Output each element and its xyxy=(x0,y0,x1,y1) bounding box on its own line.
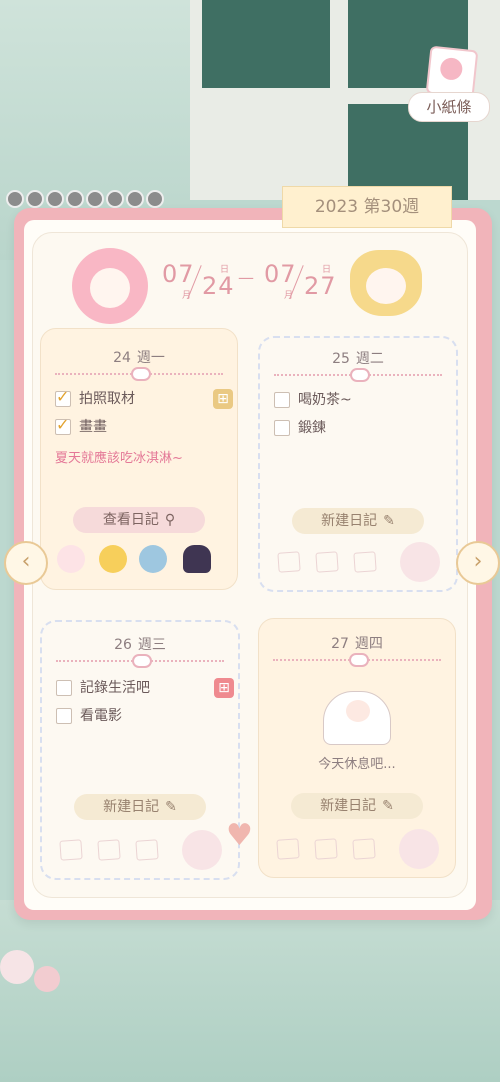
chevron-right-icon: › xyxy=(473,549,483,574)
landscape-sticker[interactable] xyxy=(139,545,167,573)
task-item[interactable]: 看電影 xyxy=(56,706,122,726)
notes-button[interactable]: 小紙條 xyxy=(408,92,490,122)
notes-thumbnail-icon[interactable] xyxy=(425,45,479,99)
checkbox-unchecked[interactable] xyxy=(274,420,290,436)
start-month: 07 xyxy=(162,260,195,288)
stamp-slot[interactable] xyxy=(400,542,440,582)
gift-icon[interactable]: ⊞ xyxy=(213,389,233,409)
stamp-slot[interactable] xyxy=(399,829,439,869)
start-day: 24 xyxy=(202,272,235,300)
resting-character-illustration xyxy=(323,691,391,745)
pink-hair-girl-avatar xyxy=(72,248,148,324)
sticker-slot[interactable] xyxy=(276,838,300,860)
edit-icon: ✎ xyxy=(382,798,394,814)
blush-face-sticker[interactable] xyxy=(57,545,85,573)
sun-sticker[interactable] xyxy=(99,545,127,573)
task-item[interactable]: 記錄生活吧 xyxy=(56,678,150,698)
sticker-slot[interactable] xyxy=(97,839,121,861)
day-card-26[interactable]: 26 週三 記錄生活吧 ⊞ 看電影 新建日記 ✎ xyxy=(40,620,240,880)
heart-sticker-icon: ♥ xyxy=(226,818,253,853)
checkbox-unchecked[interactable] xyxy=(56,680,72,696)
day-memo: 夏天就應該吃冰淇淋~ xyxy=(55,451,183,466)
sticker-slot[interactable] xyxy=(135,839,159,861)
new-diary-button[interactable]: 新建日記 ✎ xyxy=(291,793,423,819)
prev-week-button[interactable]: ‹ xyxy=(4,541,48,585)
sticker-slot[interactable] xyxy=(353,551,377,573)
end-month: 07 xyxy=(264,260,297,288)
sticker-slot[interactable] xyxy=(277,551,301,573)
week-label: 2023 第30週 xyxy=(282,186,452,228)
new-diary-button[interactable]: 新建日記 ✎ xyxy=(74,794,206,820)
chevron-left-icon: ‹ xyxy=(21,549,31,574)
sticker-row xyxy=(55,545,223,579)
range-separator: — xyxy=(238,268,255,287)
hanging-charm-decoration xyxy=(0,890,70,1010)
end-day: 27 xyxy=(304,272,337,300)
sticker-slot[interactable] xyxy=(314,838,338,860)
rest-message: 今天休息吧... xyxy=(318,757,396,772)
checkbox-unchecked[interactable] xyxy=(56,708,72,724)
view-diary-button[interactable]: 查看日記 ⚲ xyxy=(73,507,205,533)
task-item[interactable]: 拍照取材 xyxy=(55,387,135,409)
date-range: 07 月 日 24 — 07 月 日 27 xyxy=(162,260,337,301)
task-item[interactable]: 鍛鍊 xyxy=(274,418,326,438)
sticker-slot[interactable] xyxy=(59,839,83,861)
checkbox-checked[interactable] xyxy=(55,387,71,407)
stamp-slot[interactable] xyxy=(182,830,222,870)
new-diary-button[interactable]: 新建日記 ✎ xyxy=(292,508,424,534)
day-card-27[interactable]: 27 週四 今天休息吧... 新建日記 ✎ xyxy=(258,618,456,878)
sticker-slot[interactable] xyxy=(315,551,339,573)
checkbox-checked[interactable] xyxy=(55,415,71,435)
day-card-25[interactable]: 25 週二 喝奶茶~ 鍛鍊 新建日記 ✎ xyxy=(258,336,458,592)
task-item[interactable]: 畫畫 xyxy=(55,415,107,437)
dress-sticker[interactable] xyxy=(183,545,211,573)
background-floor xyxy=(0,900,500,1082)
task-item[interactable]: 喝奶茶~ xyxy=(274,390,352,410)
sticker-slot[interactable] xyxy=(352,838,376,860)
edit-icon: ✎ xyxy=(383,513,395,529)
edit-icon: ✎ xyxy=(165,799,177,815)
day-card-24[interactable]: 24週一 拍照取材 ⊞ 畫畫 夏天就應該吃冰淇淋~ 查看日記⚲ xyxy=(40,328,238,590)
next-week-button[interactable]: › xyxy=(456,541,500,585)
gift-icon[interactable]: ⊞ xyxy=(214,678,234,698)
yellow-cat-avatar xyxy=(350,250,422,316)
search-icon: ⚲ xyxy=(164,512,176,528)
checkbox-unchecked[interactable] xyxy=(274,392,290,408)
